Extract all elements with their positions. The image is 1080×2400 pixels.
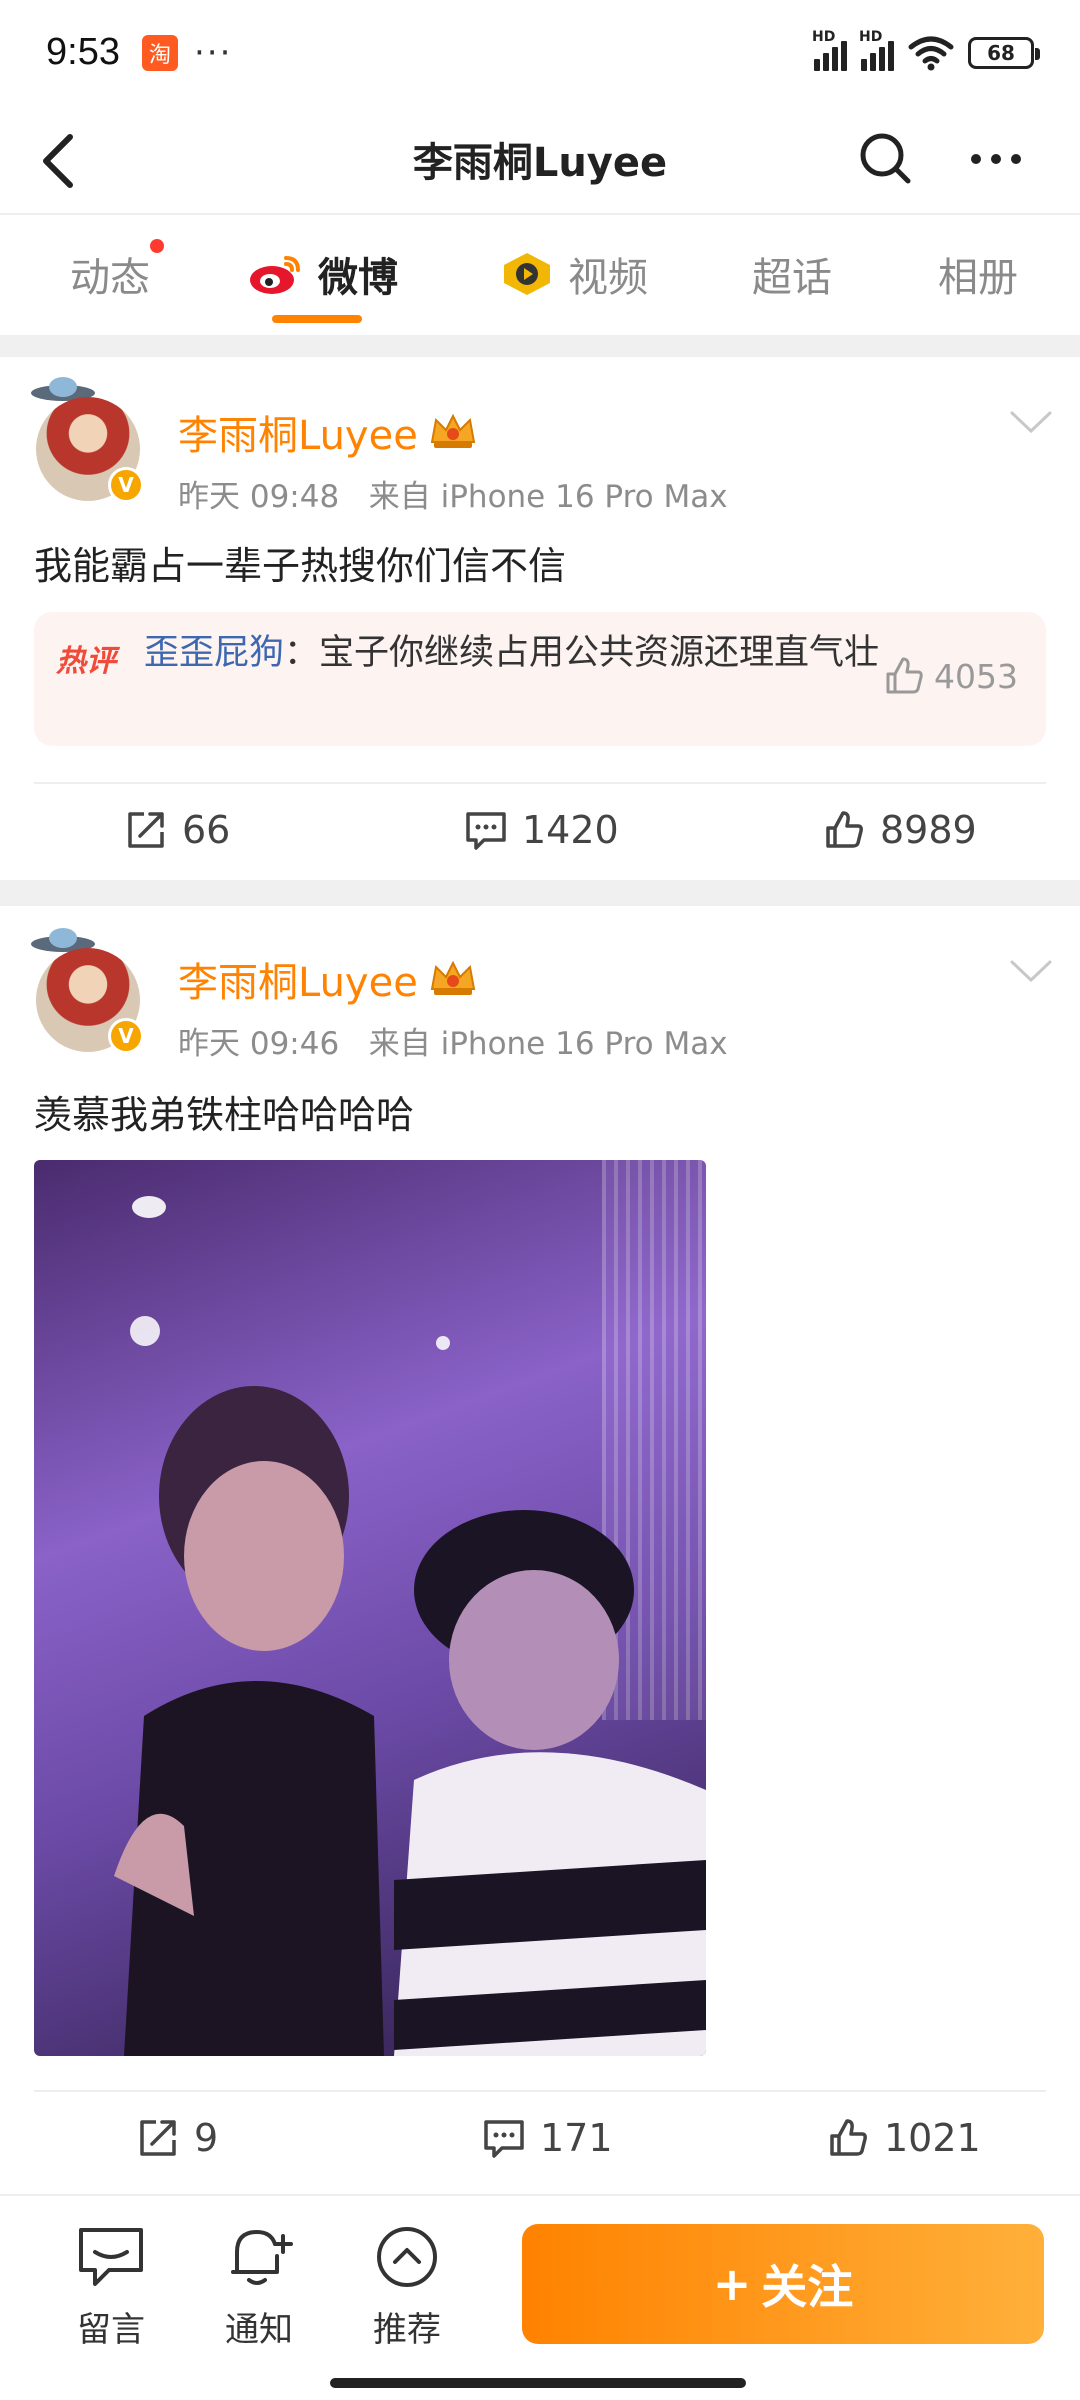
signal-icon: HD xyxy=(859,29,894,71)
hot-comment-text: 歪歪屁狗：宝子你继续占用公共资源还理直气壮 xyxy=(144,633,880,673)
wifi-icon xyxy=(908,36,954,70)
chevron-down-icon[interactable] xyxy=(1008,407,1054,437)
post-actions: 66 1420 8989 xyxy=(34,782,1046,880)
hot-comment-tag: 热评 xyxy=(56,644,116,679)
message-icon xyxy=(79,2228,143,2286)
comment-icon xyxy=(484,2120,524,2158)
comment-button[interactable]: 1420 xyxy=(464,808,619,852)
like-button[interactable]: 1021 xyxy=(826,2116,981,2160)
plus-icon: + xyxy=(712,2257,752,2311)
status-time: 9:53 xyxy=(46,31,120,73)
top-nav-bar: 李雨桐Luyee xyxy=(0,105,1080,215)
page-title: 李雨桐Luyee xyxy=(412,140,668,186)
status-more-icon: ··· xyxy=(193,32,233,73)
crown-icon xyxy=(430,960,476,995)
bottom-action-bar: 留言 通知 推荐 + 关注 xyxy=(0,2194,1080,2400)
post-time: 昨天 09:46 xyxy=(178,1026,340,1062)
unread-dot xyxy=(150,239,164,253)
hot-comment-user[interactable]: 歪歪屁狗 xyxy=(144,633,284,673)
tab-weibo[interactable]: 微博 xyxy=(248,245,398,323)
photo-person-right xyxy=(394,1510,706,2056)
more-icon[interactable] xyxy=(964,129,1028,189)
photo-person-left xyxy=(114,1386,384,2056)
comment-button[interactable]: 171 xyxy=(482,2116,613,2160)
taobao-icon: 淘 xyxy=(141,34,178,71)
recommend-button[interactable]: 推荐 xyxy=(352,2222,462,2351)
weibo-icon xyxy=(250,256,300,294)
recommend-icon xyxy=(377,2227,437,2287)
post-text: 羡慕我弟铁柱哈哈哈哈 xyxy=(34,1093,415,1137)
thumb-up-icon xyxy=(886,657,923,694)
thumb-up-icon xyxy=(830,2119,867,2156)
comment-icon xyxy=(466,812,506,850)
post-username[interactable]: 李雨桐Luyee xyxy=(178,403,478,461)
follow-button[interactable]: + 关注 xyxy=(522,2224,1044,2344)
notify-button[interactable]: 通知 xyxy=(204,2222,314,2351)
chevron-down-icon[interactable] xyxy=(1008,956,1054,986)
post-photo[interactable] xyxy=(34,1160,706,2056)
avatar[interactable]: V xyxy=(28,377,148,503)
video-badge-icon xyxy=(504,253,550,295)
back-icon[interactable] xyxy=(34,131,88,191)
active-tab-indicator xyxy=(272,315,362,323)
repost-button[interactable]: 9 xyxy=(136,2116,218,2160)
post-source: 来自 iPhone 16 Pro Max xyxy=(368,1026,728,1062)
search-icon[interactable] xyxy=(854,127,918,191)
signal-icon: HD xyxy=(812,29,847,71)
post-meta: 昨天 09:48 来自 iPhone 16 Pro Max xyxy=(178,471,728,516)
home-indicator[interactable] xyxy=(330,2378,746,2388)
tab-video[interactable]: 视频 xyxy=(500,245,648,303)
like-button[interactable]: 8989 xyxy=(822,808,977,852)
post-username[interactable]: 李雨桐Luyee xyxy=(178,950,478,1008)
post-meta: 昨天 09:46 来自 iPhone 16 Pro Max xyxy=(178,1018,728,1063)
post-source: 来自 iPhone 16 Pro Max xyxy=(368,479,728,515)
profile-tabs: 动态 微博 视频 超话 相册 xyxy=(0,217,1080,333)
repost-icon xyxy=(140,2120,176,2156)
thumb-up-icon xyxy=(826,811,863,848)
post-text: 我能霸占一辈子热搜你们信不信 xyxy=(34,544,567,588)
post-actions: 9 171 1021 xyxy=(34,2090,1046,2188)
bell-icon xyxy=(231,2230,293,2285)
repost-icon xyxy=(128,812,164,848)
tab-album[interactable]: 相册 xyxy=(938,245,1018,303)
hot-comment[interactable]: 热评 歪歪屁狗：宝子你继续占用公共资源还理直气壮 4053 xyxy=(34,612,1046,746)
crown-icon xyxy=(430,413,476,448)
verified-badge-icon: V xyxy=(108,467,144,503)
hot-comment-like[interactable]: 4053 xyxy=(882,654,1018,698)
avatar[interactable]: V xyxy=(28,928,148,1054)
post-time: 昨天 09:48 xyxy=(178,479,340,515)
message-button[interactable]: 留言 xyxy=(56,2222,166,2351)
section-divider xyxy=(0,335,1080,357)
verified-badge-icon: V xyxy=(108,1018,144,1054)
battery-icon: 68 xyxy=(968,36,1040,69)
tab-dynamic[interactable]: 动态 xyxy=(70,239,164,303)
status-bar: 9:53 淘 ··· HD HD 68 xyxy=(0,0,1080,105)
tab-super-topic[interactable]: 超话 xyxy=(752,245,832,303)
repost-button[interactable]: 66 xyxy=(124,808,230,852)
section-divider xyxy=(0,880,1080,906)
